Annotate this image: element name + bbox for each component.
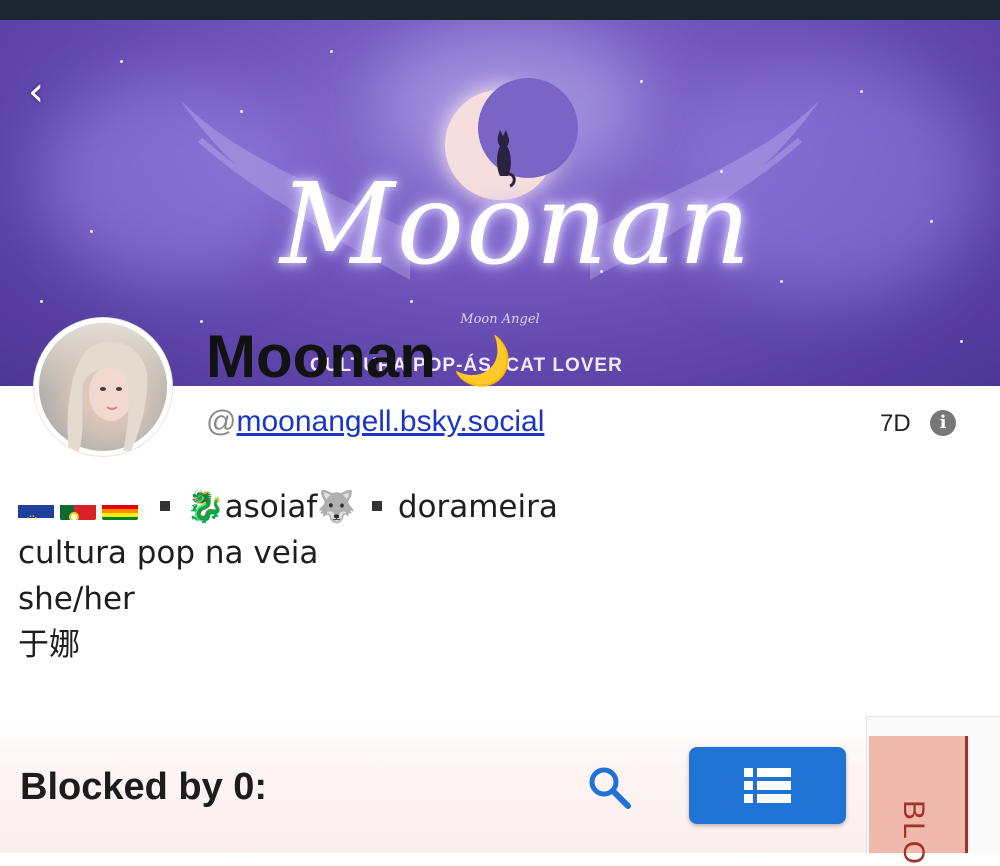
cape-verde-flag-icon bbox=[18, 496, 54, 520]
search-icon[interactable] bbox=[586, 764, 632, 810]
back-button[interactable]: ‹ bbox=[28, 72, 64, 112]
info-icon[interactable]: i bbox=[930, 410, 956, 436]
chevron-left-icon: ‹ bbox=[28, 69, 44, 115]
bio-line-3: she/her bbox=[18, 581, 135, 617]
avatar[interactable] bbox=[34, 318, 172, 456]
handle: @moonangell.bsky.social bbox=[206, 404, 544, 440]
list-view-button[interactable] bbox=[689, 747, 846, 824]
crescent-moon-icon: 🌙 bbox=[452, 335, 513, 388]
status-bar bbox=[0, 0, 1000, 20]
bio: 🐉asoiaf🐺 dorameira cultura pop na veia sh… bbox=[18, 484, 558, 668]
handle-link[interactable]: moonangell.bsky.social bbox=[236, 405, 544, 438]
bio-line-1: 🐉asoiaf🐺 dorameira bbox=[18, 484, 558, 530]
bio-dorameira: dorameira bbox=[397, 489, 558, 525]
portugal-flag-icon bbox=[60, 496, 96, 520]
display-name: Moonan 🌙 bbox=[206, 322, 512, 397]
handle-prefix: @ bbox=[206, 405, 237, 438]
blocked-by-label: Blocked by 0: bbox=[20, 766, 268, 808]
bio-fandom: 🐉asoiaf🐺 bbox=[186, 489, 356, 525]
side-tab-label: BLO bbox=[897, 800, 930, 866]
rainbow-flag-icon bbox=[102, 496, 138, 520]
list-icon bbox=[744, 768, 791, 803]
bio-line-4: 于娜 bbox=[18, 627, 80, 663]
bio-line-2: cultura pop na veia bbox=[18, 535, 319, 571]
bullet-icon bbox=[160, 501, 170, 511]
account-age: 7D bbox=[880, 410, 911, 437]
banner-title: Moonan bbox=[280, 160, 753, 290]
bullet-icon bbox=[371, 501, 382, 511]
display-name-text: Moonan bbox=[206, 323, 436, 390]
